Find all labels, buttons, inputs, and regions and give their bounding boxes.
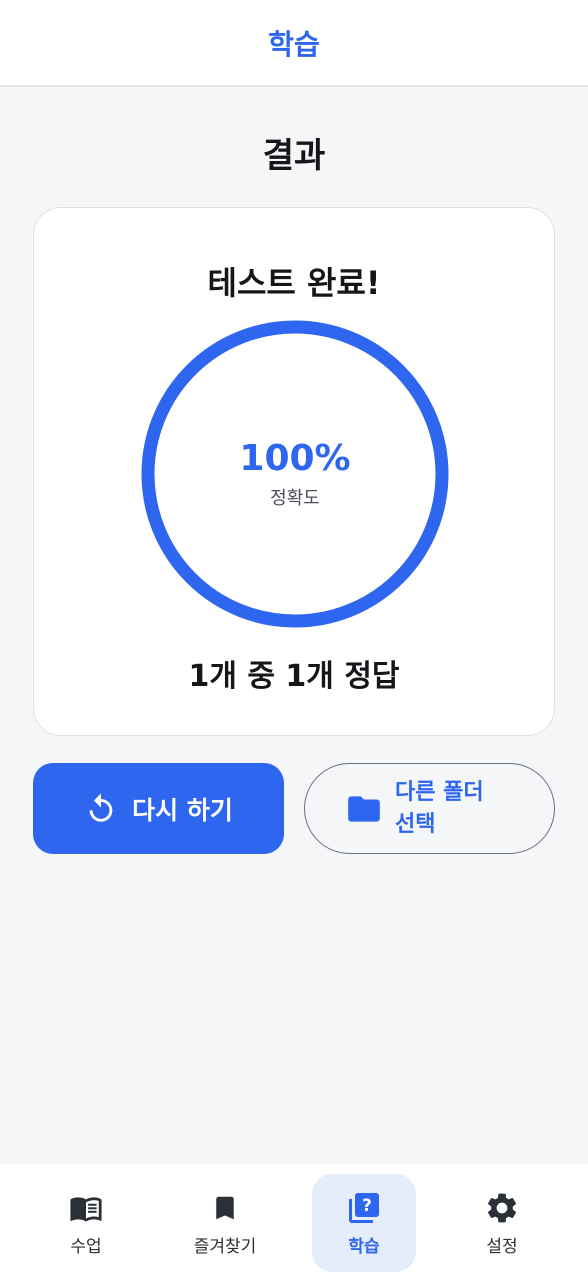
accuracy-percent: 100% [239, 438, 351, 479]
folder-icon [345, 790, 383, 828]
result-card: 테스트 완료! 100% 정확도 1개 중 1개 정답 [33, 207, 555, 736]
retry-button-label: 다시 하기 [132, 795, 233, 825]
svg-text:?: ? [362, 1196, 372, 1215]
score-summary: 1개 중 1개 정답 [188, 659, 400, 694]
choose-folder-button[interactable]: 다른 폴더 선택 [304, 763, 555, 854]
accuracy-ring: 100% 정확도 [141, 320, 449, 628]
nav-item-settings-label: 설정 [486, 1237, 518, 1257]
bookmark-icon [210, 1190, 240, 1226]
nav-item-settings[interactable]: 설정 [450, 1174, 554, 1272]
app-bar: 학습 [0, 0, 588, 87]
quiz-icon: ? [346, 1190, 382, 1226]
nav-item-lessons-label: 수업 [70, 1237, 102, 1257]
replay-icon [84, 792, 118, 826]
nav-item-favorites-label: 즐겨찾기 [193, 1237, 257, 1257]
nav-item-lessons[interactable]: 수업 [34, 1174, 138, 1272]
retry-button[interactable]: 다시 하기 [33, 763, 284, 854]
choose-folder-button-label: 다른 폴더 선택 [395, 779, 484, 837]
nav-item-study[interactable]: ? 학습 [312, 1174, 416, 1272]
app-bar-title: 학습 [268, 27, 320, 61]
accuracy-caption: 정확도 [270, 488, 320, 509]
bottom-nav: 수업 즐겨찾기 ? 학습 설정 [0, 1164, 588, 1280]
gear-icon [484, 1190, 520, 1226]
page-title: 결과 [262, 136, 326, 176]
book-icon [67, 1190, 105, 1226]
result-card-title: 테스트 완료! [207, 264, 381, 302]
nav-item-study-label: 학습 [348, 1237, 380, 1257]
nav-item-favorites[interactable]: 즐겨찾기 [173, 1174, 277, 1272]
